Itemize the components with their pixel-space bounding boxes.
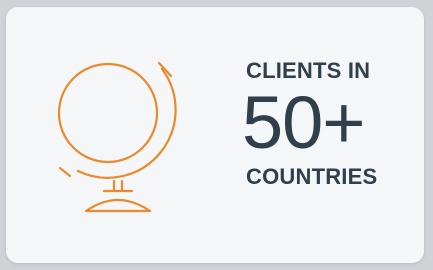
globe-icon bbox=[40, 49, 200, 229]
stat-card: CLIENTS IN 50+ COUNTRIES bbox=[6, 7, 424, 263]
stat-text: CLIENTS IN 50+ COUNTRIES bbox=[242, 57, 416, 191]
stat-subheading: COUNTRIES bbox=[246, 164, 378, 189]
stat-number: 50+ bbox=[242, 81, 366, 164]
